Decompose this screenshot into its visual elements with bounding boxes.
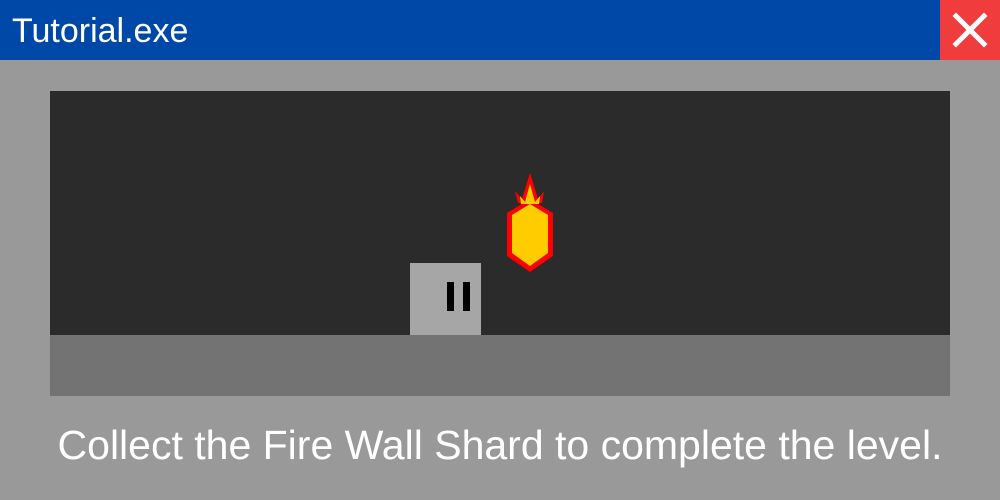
window-title: Tutorial.exe (12, 12, 189, 50)
title-bar: Tutorial.exe (0, 0, 1000, 60)
instruction-text: Collect the Fire Wall Shard to complete … (57, 422, 943, 468)
ground-platform (50, 335, 950, 396)
player-eye-left (447, 282, 454, 311)
close-button[interactable] (940, 0, 1000, 60)
game-canvas[interactable] (50, 91, 950, 396)
player-block (410, 263, 481, 335)
player-eye-right (463, 282, 470, 311)
close-icon (952, 12, 988, 48)
fire-wall-shard-icon[interactable] (500, 171, 560, 276)
